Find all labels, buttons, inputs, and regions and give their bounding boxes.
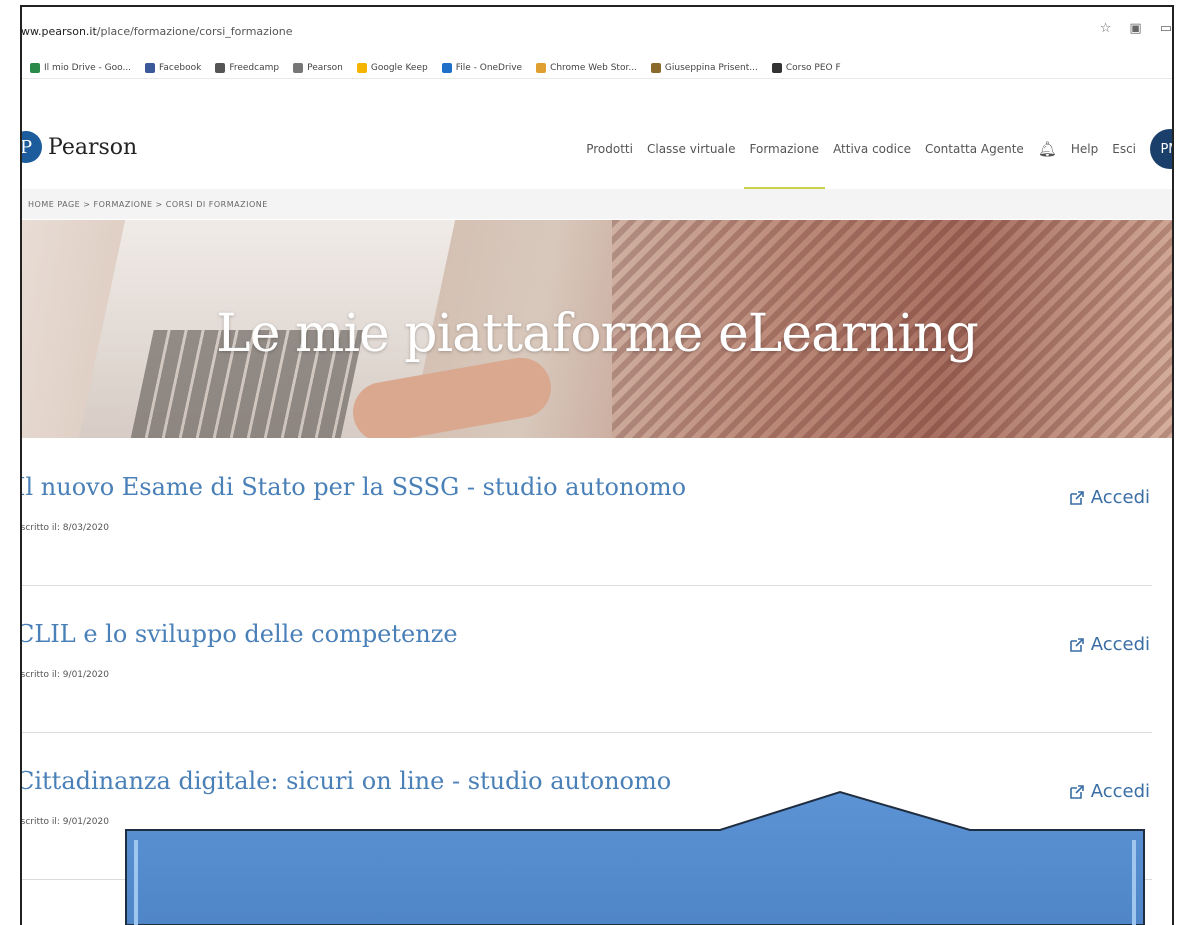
bookmark-favicon-icon	[145, 62, 156, 73]
avatar[interactable]: PM	[1150, 129, 1172, 169]
bookmark-item[interactable]: Giuseppina Prisent...	[650, 62, 758, 73]
browser-window: www.pearson.it/place/formazione/corsi_fo…	[20, 5, 1174, 925]
accedi-button[interactable]: Accedi	[1069, 634, 1150, 655]
nav-esci[interactable]: Esci	[1112, 136, 1136, 162]
course-enroll-date: Iscritto il: 9/01/2020	[20, 670, 109, 680]
course-row: Il nuovo Esame di Stato per la SSSG - st…	[22, 439, 1152, 586]
bookmark-item[interactable]: File - OneDrive	[441, 62, 523, 73]
external-link-icon	[1069, 490, 1084, 505]
main-nav: Prodotti Classe virtuale Formazione Atti…	[586, 129, 1172, 190]
external-link-icon	[1069, 637, 1084, 652]
url-text[interactable]: www.pearson.it/place/formazione/corsi_fo…	[20, 24, 293, 38]
hero-banner: Le mie piattaforme eLearning	[22, 220, 1172, 438]
hero-title: Le mie piattaforme eLearning	[216, 304, 979, 364]
address-bar[interactable]: www.pearson.it/place/formazione/corsi_fo…	[20, 7, 1172, 55]
url-path: /place/formazione/corsi_formazione	[96, 24, 293, 38]
course-enroll-date: Iscritto il: 8/03/2020	[20, 523, 109, 533]
bookmark-label: Freedcamp	[229, 62, 280, 73]
bookmark-item[interactable]: Facebook	[145, 62, 202, 73]
bookmark-item[interactable]: Chrome Web Stor...	[536, 62, 637, 73]
course-title[interactable]: CLIL e lo sviluppo delle competenze	[22, 620, 458, 648]
bookmark-favicon-icon	[215, 62, 226, 73]
bell-icon[interactable]: 🔔︎	[1038, 140, 1057, 158]
bookmark-favicon-icon	[536, 62, 547, 73]
course-title[interactable]: Il nuovo Esame di Stato per la SSSG - st…	[22, 473, 686, 501]
bookmarks-bar: Il mio Drive - Goo... Facebook Freedcamp Pe…	[22, 57, 1172, 79]
nav-classe-virtuale[interactable]: Classe virtuale	[647, 136, 736, 162]
bookmark-item[interactable]: Freedcamp	[215, 62, 280, 73]
course-row: CLIL e lo sviluppo delle competenze Iscri…	[22, 586, 1152, 733]
nav-attiva-codice[interactable]: Attiva codice	[833, 136, 911, 162]
nav-help[interactable]: Help	[1071, 136, 1098, 162]
bookmark-item[interactable]: Il mio Drive - Goo...	[30, 62, 132, 73]
bookmark-favicon-icon	[771, 62, 782, 73]
logo-mark: P	[22, 131, 42, 163]
accedi-label: Accedi	[1090, 634, 1150, 655]
nav-contatta-agente[interactable]: Contatta Agente	[925, 136, 1024, 162]
nav-prodotti[interactable]: Prodotti	[586, 136, 633, 162]
breadcrumb: HOME PAGE > FORMAZIONE > CORSI DI FORMAZ…	[22, 189, 1172, 219]
bookmark-item[interactable]: Pearson	[293, 62, 343, 73]
bookmark-label: Giuseppina Prisent...	[664, 62, 758, 73]
callout-shape	[125, 790, 1145, 925]
pearson-logo[interactable]: P Pearson	[22, 131, 138, 163]
bookmark-label: Corso PEO F	[785, 62, 841, 73]
bookmark-label: Google Keep	[370, 62, 428, 73]
bookmark-label: Chrome Web Stor...	[550, 62, 637, 73]
accedi-label: Accedi	[1090, 487, 1150, 508]
bookmark-favicon-icon	[650, 62, 661, 73]
bookmark-item[interactable]: Google Keep	[356, 62, 428, 73]
bookmark-label: Facebook	[159, 62, 202, 73]
nav-formazione[interactable]: Formazione	[743, 136, 825, 190]
bookmark-label: Pearson	[307, 62, 343, 73]
bookmark-label: File - OneDrive	[455, 62, 523, 73]
bookmark-item[interactable]: Corso PEO F	[771, 62, 841, 73]
bookmark-favicon-icon	[356, 62, 367, 73]
course-enroll-date: Iscritto il: 9/01/2020	[20, 817, 109, 827]
cast-icon[interactable]: ▭	[1160, 21, 1172, 36]
bookmark-favicon-icon	[30, 62, 40, 73]
accedi-button[interactable]: Accedi	[1069, 487, 1150, 508]
logo-text: Pearson	[48, 134, 138, 160]
bookmark-label: Il mio Drive - Goo...	[44, 62, 132, 73]
bookmark-favicon-icon	[441, 62, 452, 73]
site-header: P Pearson Prodotti Classe virtuale Forma…	[22, 107, 1172, 190]
bookmark-favicon-icon	[293, 62, 304, 73]
bookmark-icon[interactable]: ▣	[1129, 21, 1141, 36]
url-domain: www.pearson.it	[20, 24, 97, 38]
star-icon[interactable]: ☆	[1100, 21, 1112, 36]
